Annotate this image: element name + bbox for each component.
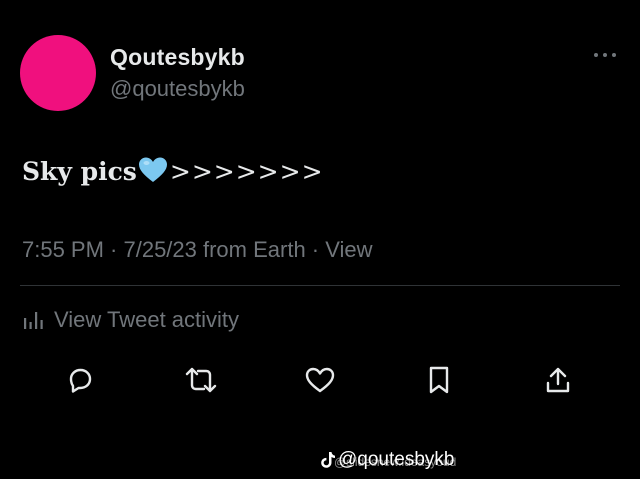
more-options-icon[interactable]: [592, 48, 618, 62]
avatar[interactable]: [20, 35, 96, 111]
light-blue-heart-emoji-icon: [138, 156, 168, 190]
tweet-text-words: Sky pics: [22, 157, 137, 186]
tweet-action-bar: [0, 360, 640, 400]
author-display-name[interactable]: Qoutesbykb: [110, 44, 245, 71]
tweet-text-arrows: >>>>>>>: [169, 157, 324, 186]
reply-icon: [69, 368, 92, 393]
watermark-overlay-text: @slidesnew.ideasyoud: [334, 455, 457, 469]
share-icon: [546, 367, 570, 393]
tweet-page: Qoutesbykb @qoutesbykb Sky pics >>>>>>> …: [0, 0, 640, 479]
share-button[interactable]: [538, 360, 578, 400]
like-button[interactable]: [300, 360, 340, 400]
bookmark-icon: [429, 366, 449, 394]
tiktok-watermark: @qoutesbykb @slidesnew.ideasyoud: [320, 446, 457, 474]
tweet-text: Sky pics >>>>>>>: [22, 156, 324, 190]
bookmark-button[interactable]: [419, 360, 459, 400]
heart-icon: [305, 367, 335, 393]
tweet-timestamp-meta[interactable]: 7:55 PM · 7/25/23 from Earth · View: [22, 237, 373, 263]
bar-chart-icon: [24, 312, 43, 329]
author-handle[interactable]: @qoutesbykb: [110, 76, 245, 102]
reply-button[interactable]: [60, 360, 100, 400]
retweet-icon: [185, 367, 217, 393]
retweet-button[interactable]: [181, 360, 221, 400]
view-tweet-activity-link[interactable]: View Tweet activity: [22, 305, 239, 335]
divider: [20, 285, 620, 286]
view-tweet-activity-label: View Tweet activity: [54, 307, 240, 332]
